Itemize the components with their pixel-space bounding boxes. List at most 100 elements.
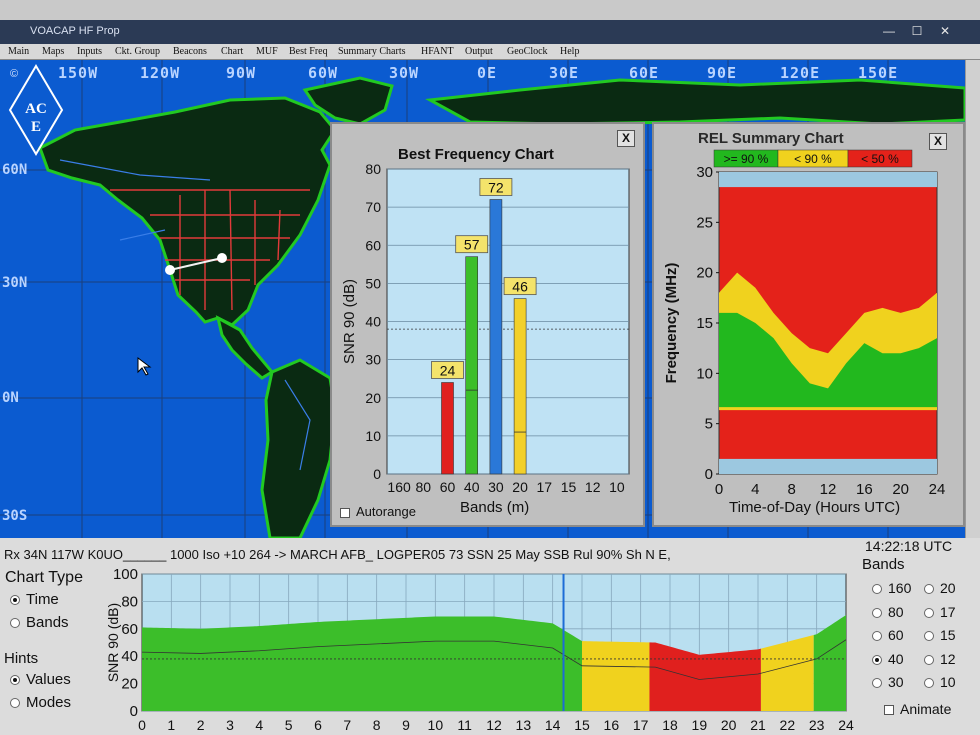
north-america-land <box>38 96 337 327</box>
radio-unselected-icon[interactable] <box>924 584 934 595</box>
band-12-radio[interactable]: 12 <box>924 651 956 667</box>
lon-label-60w: 60W <box>308 64 339 82</box>
radio-unselected-icon[interactable] <box>924 631 934 642</box>
animate-check-icon[interactable] <box>884 705 894 716</box>
lon-label-90e: 90E <box>707 64 738 82</box>
window-title: VOACAP HF Prop <box>30 25 120 37</box>
menu-geoclock[interactable]: GeoClock <box>507 46 548 57</box>
autorange-checkbox[interactable]: Autorange <box>340 504 416 519</box>
menu-beacons[interactable]: Beacons <box>173 46 207 57</box>
x-tick-label: 6 <box>314 717 322 733</box>
x-tick-label: 17 <box>633 717 649 733</box>
x-tick-label: 16 <box>604 717 620 733</box>
band-17-radio[interactable]: 17 <box>924 604 956 620</box>
x-tick-label: 18 <box>662 717 678 733</box>
data-label: 24 <box>440 363 456 379</box>
x-tick-label: 19 <box>692 717 708 733</box>
hints-values-radio[interactable]: Values <box>10 671 71 688</box>
y-tick-label: 100 <box>113 566 138 583</box>
y-tick-label: 20 <box>696 265 713 282</box>
y-tick-label: 80 <box>365 161 381 177</box>
band-60-radio[interactable]: 60 <box>872 627 904 643</box>
menu-inputs[interactable]: Inputs <box>77 46 102 57</box>
band-80-radio[interactable]: 80 <box>872 604 904 620</box>
band-160-radio[interactable]: 160 <box>872 580 911 596</box>
radio-unselected-icon[interactable] <box>872 584 882 595</box>
x-tick-label: 21 <box>750 717 766 733</box>
band-20-label: 20 <box>940 580 956 596</box>
receiver-marker <box>217 253 227 263</box>
legend-label: < 50 % <box>861 152 899 166</box>
menu-help[interactable]: Help <box>560 46 579 57</box>
y-tick-label: 80 <box>121 593 138 610</box>
snr-ylabel: SNR 90 (dB) <box>105 603 121 682</box>
y-tick-label: 40 <box>121 648 138 665</box>
x-tick-label: 12 <box>486 717 502 733</box>
radio-unselected-icon[interactable] <box>872 631 882 642</box>
animate-checkbox[interactable]: Animate <box>884 701 951 717</box>
menu-best-freq[interactable]: Best Freq <box>289 46 328 57</box>
menu-chart[interactable]: Chart <box>221 46 243 57</box>
band-10-radio[interactable]: 10 <box>924 674 956 690</box>
x-tick-label: 20 <box>512 479 528 495</box>
y-tick-label: 25 <box>696 214 713 231</box>
radio-unselected-icon[interactable] <box>924 654 934 665</box>
autorange-label: Autorange <box>356 504 416 519</box>
y-tick-label: 50 <box>365 275 381 291</box>
bar-40m <box>465 256 478 475</box>
menu-main[interactable]: Main <box>8 46 29 57</box>
lat-label-30s: 30S <box>2 508 28 524</box>
radio-unselected-icon[interactable] <box>872 607 882 618</box>
best-freq-xlabel: Bands (m) <box>460 499 530 516</box>
x-tick-label: 17 <box>537 479 553 495</box>
radio-unselected-icon[interactable] <box>10 698 20 709</box>
hints-modes-label: Modes <box>26 694 72 711</box>
maximize-icon[interactable]: ☐ <box>908 24 926 38</box>
transmitter-marker <box>165 265 175 275</box>
chart-type-time-radio[interactable]: Time <box>10 591 59 608</box>
x-tick-label: 60 <box>440 479 456 495</box>
radio-unselected-icon[interactable] <box>924 607 934 618</box>
menu-muf[interactable]: MUF <box>256 46 278 57</box>
minimize-icon[interactable]: — <box>880 24 898 38</box>
bar-60m <box>441 382 454 475</box>
y-tick-label: 60 <box>365 237 381 253</box>
x-tick-label: 9 <box>402 717 410 733</box>
y-tick-label: 30 <box>696 164 713 181</box>
circuit-summary: Rx 34N 117W K0UO______ 1000 Iso +10 264 … <box>4 547 671 562</box>
menu-ckt-group[interactable]: Ckt. Group <box>115 46 160 57</box>
menu-output[interactable]: Output <box>465 46 493 57</box>
close-icon[interactable]: ✕ <box>936 24 954 38</box>
band-15-radio[interactable]: 15 <box>924 627 956 643</box>
hints-modes-radio[interactable]: Modes <box>10 694 71 711</box>
radio-selected-icon[interactable] <box>872 654 882 665</box>
bands-label: Bands <box>862 556 905 573</box>
band-20-radio[interactable]: 20 <box>924 580 956 596</box>
band-30-radio[interactable]: 30 <box>872 674 904 690</box>
autorange-check-icon[interactable] <box>340 507 350 518</box>
mouse-pointer-icon <box>137 357 152 376</box>
band-17-label: 17 <box>940 603 956 620</box>
radio-unselected-icon[interactable] <box>10 618 20 629</box>
menu-maps[interactable]: Maps <box>42 46 64 57</box>
band-10-label: 10 <box>940 674 956 690</box>
radio-unselected-icon[interactable] <box>924 678 934 689</box>
x-tick-label: 8 <box>373 717 381 733</box>
map-scrollbar[interactable] <box>965 60 980 538</box>
x-tick-label: 3 <box>226 717 234 733</box>
x-tick-label: 10 <box>609 479 625 495</box>
lon-label-120w: 120W <box>140 64 181 82</box>
x-tick-label: 22 <box>780 717 796 733</box>
menu-hfant[interactable]: HFANT <box>421 46 454 57</box>
radio-selected-icon[interactable] <box>10 595 20 606</box>
legend-label: < 90 % <box>794 152 832 166</box>
radio-selected-icon[interactable] <box>10 675 20 686</box>
menu-summary-charts[interactable]: Summary Charts <box>338 46 406 57</box>
x-tick-label: 24 <box>929 481 946 498</box>
radio-unselected-icon[interactable] <box>872 678 882 689</box>
chart-type-time-label: Time <box>26 591 59 608</box>
band-40-radio[interactable]: 40 <box>872 651 904 667</box>
eurasia-land <box>425 78 965 126</box>
y-tick-label: 15 <box>696 315 713 332</box>
chart-type-bands-radio[interactable]: Bands <box>10 614 69 631</box>
